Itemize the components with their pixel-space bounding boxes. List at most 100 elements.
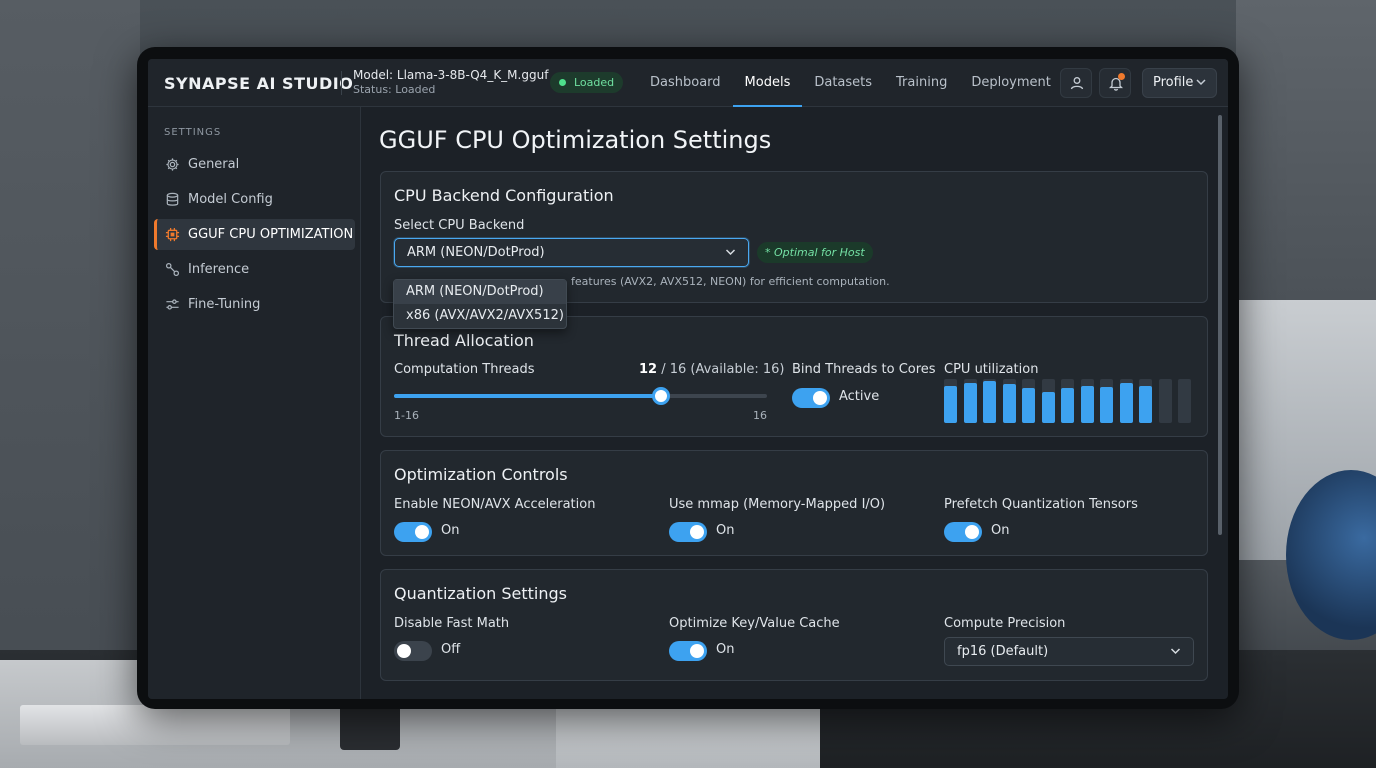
optimization-controls-card: Optimization Controls Enable NEON/AVX Ac… [380, 450, 1208, 556]
sidebar: SETTINGS General Model Config GGUF CPU O… [148, 107, 361, 699]
profile-button[interactable]: Profile [1142, 68, 1217, 98]
kv-cache-label: Optimize Key/Value Cache [669, 616, 840, 631]
status-dot-icon [559, 79, 566, 86]
mmap-toggle[interactable] [669, 522, 707, 542]
cpu-core-bar [1100, 387, 1113, 423]
chevron-down-icon [1196, 79, 1206, 86]
quantization-settings-card: Quantization Settings Disable Fast Math … [380, 569, 1208, 681]
page-title: GGUF CPU Optimization Settings [379, 126, 772, 154]
sliders-icon [166, 299, 179, 310]
cpu-backend-select[interactable]: ARM (NEON/DotProd) [394, 238, 749, 267]
threads-slider[interactable] [394, 387, 767, 405]
model-status: Status: Loaded [353, 83, 436, 96]
compute-precision-label: Compute Precision [944, 616, 1066, 631]
model-info: Model: Llama-3-8B-Q4_K_M.gguf Status: Lo… [353, 68, 548, 96]
cpu-utilization-bars [944, 379, 1194, 423]
cpu-core-bar [944, 386, 957, 423]
compute-precision-value: fp16 (Default) [957, 644, 1049, 659]
kv-cache-toggle[interactable] [669, 641, 707, 661]
user-icon [1070, 77, 1084, 90]
optimal-for-host-badge: * Optimal for Host [757, 242, 873, 263]
app-brand: SYNAPSE AI STUDIO [164, 74, 354, 93]
loaded-status-badge: Loaded [550, 72, 624, 93]
sidebar-item-inference[interactable]: Inference [154, 254, 355, 285]
kv-cache-state: On [716, 642, 735, 657]
notifications-button[interactable] [1099, 68, 1131, 98]
nav-models[interactable]: Models [732, 59, 803, 107]
sidebar-item-label: General [188, 157, 240, 172]
cpu-core-bar [1080, 386, 1094, 423]
sidebar-item-fine-tuning[interactable]: Fine-Tuning [154, 289, 355, 320]
sidebar-item-model-config[interactable]: Model Config [154, 184, 355, 215]
main-content: GGUF CPU Optimization Settings CPU Backe… [362, 107, 1228, 699]
cpu-utilization-label: CPU utilization [944, 362, 1039, 377]
sidebar-item-label: GGUF CPU OPTIMIZATION [188, 227, 354, 242]
threads-slider-fill [394, 394, 661, 398]
cpu-core-bar [1139, 386, 1152, 423]
computation-threads-label: Computation Threads [394, 362, 535, 377]
sidebar-item-general[interactable]: General [154, 149, 355, 180]
sidebar-item-label: Fine-Tuning [188, 297, 261, 312]
cpu-core-bar [1061, 388, 1074, 423]
model-name: Model: Llama-3-8B-Q4_K_M.gguf [353, 68, 549, 82]
top-bar: SYNAPSE AI STUDIO Model: Llama-3-8B-Q4_K… [148, 59, 1228, 107]
select-backend-label: Select CPU Backend [394, 218, 525, 233]
notification-dot-icon [1118, 73, 1125, 80]
cpu-core-bar [963, 383, 977, 423]
main-nav: Dashboard Models Datasets Training Deplo… [638, 59, 1063, 107]
threads-range-label: 1-16 [394, 409, 419, 422]
chevron-down-icon [725, 249, 736, 256]
profile-label: Profile [1153, 75, 1194, 90]
backend-helper-text: features (AVX2, AVX512, NEON) for effici… [571, 275, 890, 288]
header-divider [341, 71, 342, 95]
prefetch-label: Prefetch Quantization Tensors [944, 497, 1138, 512]
cpu-backend-dropdown-menu: ARM (NEON/DotProd) x86 (AVX/AVX2/AVX512) [393, 279, 567, 329]
inference-icon [165, 262, 180, 277]
cpu-core-bar [1002, 384, 1016, 423]
thread-allocation-card: Thread Allocation Computation Threads 12… [380, 316, 1208, 437]
thread-allocation-title: Thread Allocation [394, 331, 534, 350]
neon-avx-state: On [441, 523, 460, 538]
bind-threads-toggle[interactable] [792, 388, 830, 408]
thread-count-readout: 12 / 16 (Available: 16) [639, 362, 784, 377]
gear-icon [166, 158, 179, 171]
nav-dashboard[interactable]: Dashboard [638, 59, 733, 107]
prefetch-toggle[interactable] [944, 522, 982, 542]
app-window: SYNAPSE AI STUDIO Model: Llama-3-8B-Q4_K… [148, 59, 1228, 699]
cpu-core-bar-track [1178, 379, 1191, 423]
mmap-label: Use mmap (Memory-Mapped I/O) [669, 497, 886, 512]
background-wall-right [1236, 0, 1376, 300]
cpu-core-bar [1041, 392, 1055, 423]
user-button[interactable] [1060, 68, 1092, 98]
books [20, 705, 290, 745]
cpu-core-bar [1119, 383, 1133, 423]
monitor-stand [556, 705, 820, 768]
threads-max-label: 16 [753, 409, 767, 422]
sidebar-item-label: Model Config [188, 192, 273, 207]
neon-avx-toggle[interactable] [394, 522, 432, 542]
nav-training[interactable]: Training [884, 59, 959, 107]
cpu-chip-icon [165, 227, 180, 242]
compute-precision-select[interactable]: fp16 (Default) [944, 637, 1194, 666]
bind-threads-label: Bind Threads to Cores [792, 362, 936, 377]
fast-math-label: Disable Fast Math [394, 616, 510, 631]
bind-threads-state: Active [839, 389, 880, 404]
sidebar-item-label: Inference [188, 262, 250, 277]
fast-math-toggle[interactable] [394, 641, 432, 661]
threads-slider-thumb[interactable] [652, 387, 670, 405]
main-scrollbar[interactable] [1218, 115, 1222, 535]
quantization-settings-title: Quantization Settings [394, 584, 567, 603]
backend-option-arm[interactable]: ARM (NEON/DotProd) [394, 280, 566, 304]
fast-math-state: Off [441, 642, 461, 657]
nav-deployment[interactable]: Deployment [959, 59, 1063, 107]
database-icon [166, 192, 179, 206]
sidebar-heading: SETTINGS [164, 127, 222, 138]
sidebar-item-gguf-cpu-optimization[interactable]: GGUF CPU OPTIMIZATION [154, 219, 355, 250]
mmap-state: On [716, 523, 735, 538]
nav-datasets[interactable]: Datasets [802, 59, 884, 107]
cpu-backend-title: CPU Backend Configuration [394, 186, 614, 205]
monitor: SYNAPSE AI STUDIO Model: Llama-3-8B-Q4_K… [137, 47, 1239, 709]
optimization-controls-title: Optimization Controls [394, 465, 568, 484]
backend-option-x86[interactable]: x86 (AVX/AVX2/AVX512) [394, 304, 566, 328]
cpu-backend-selected: ARM (NEON/DotProd) [407, 245, 545, 260]
